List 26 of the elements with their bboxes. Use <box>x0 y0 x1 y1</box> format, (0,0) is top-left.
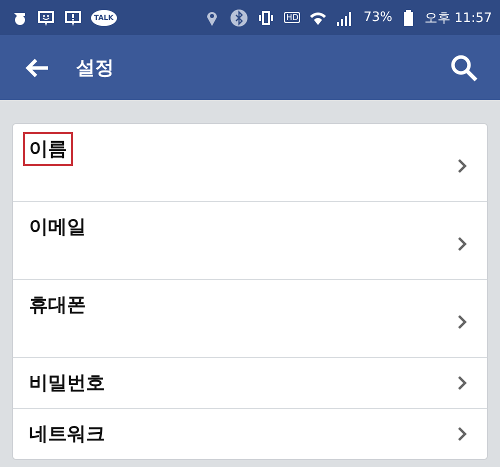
settings-item[interactable]: 이름 <box>13 124 487 201</box>
highlighted-setting-label: 이름 <box>23 132 73 166</box>
chevron-icon <box>457 314 467 330</box>
back-icon[interactable] <box>24 56 50 78</box>
settings-item[interactable]: 이메일 <box>13 201 487 279</box>
page-title: 설정 <box>76 56 115 80</box>
clock: 오후 11:57 <box>424 10 492 26</box>
settings-item[interactable]: 네트워크 <box>13 408 487 459</box>
search-icon[interactable] <box>450 54 478 82</box>
chevron-icon <box>457 158 467 174</box>
battery-icon <box>401 8 416 26</box>
settings-item[interactable]: 비밀번호 <box>13 357 487 408</box>
vibrate-icon <box>257 8 276 26</box>
alert-message-icon <box>64 8 82 26</box>
chevron-icon <box>457 375 467 391</box>
chevron-icon <box>457 426 467 442</box>
hd-badge: HD <box>284 12 300 23</box>
setting-label: 휴대폰 <box>28 293 87 318</box>
bluetooth-icon <box>230 8 248 26</box>
setting-label: 비밀번호 <box>28 371 106 396</box>
setting-label: 네트워크 <box>28 422 106 447</box>
settings-item[interactable]: 휴대폰 <box>13 279 487 357</box>
smiley-message-icon <box>37 8 55 26</box>
battery-percent: 73% <box>363 10 392 25</box>
chevron-icon <box>457 236 467 252</box>
setting-label: 이메일 <box>28 215 87 240</box>
